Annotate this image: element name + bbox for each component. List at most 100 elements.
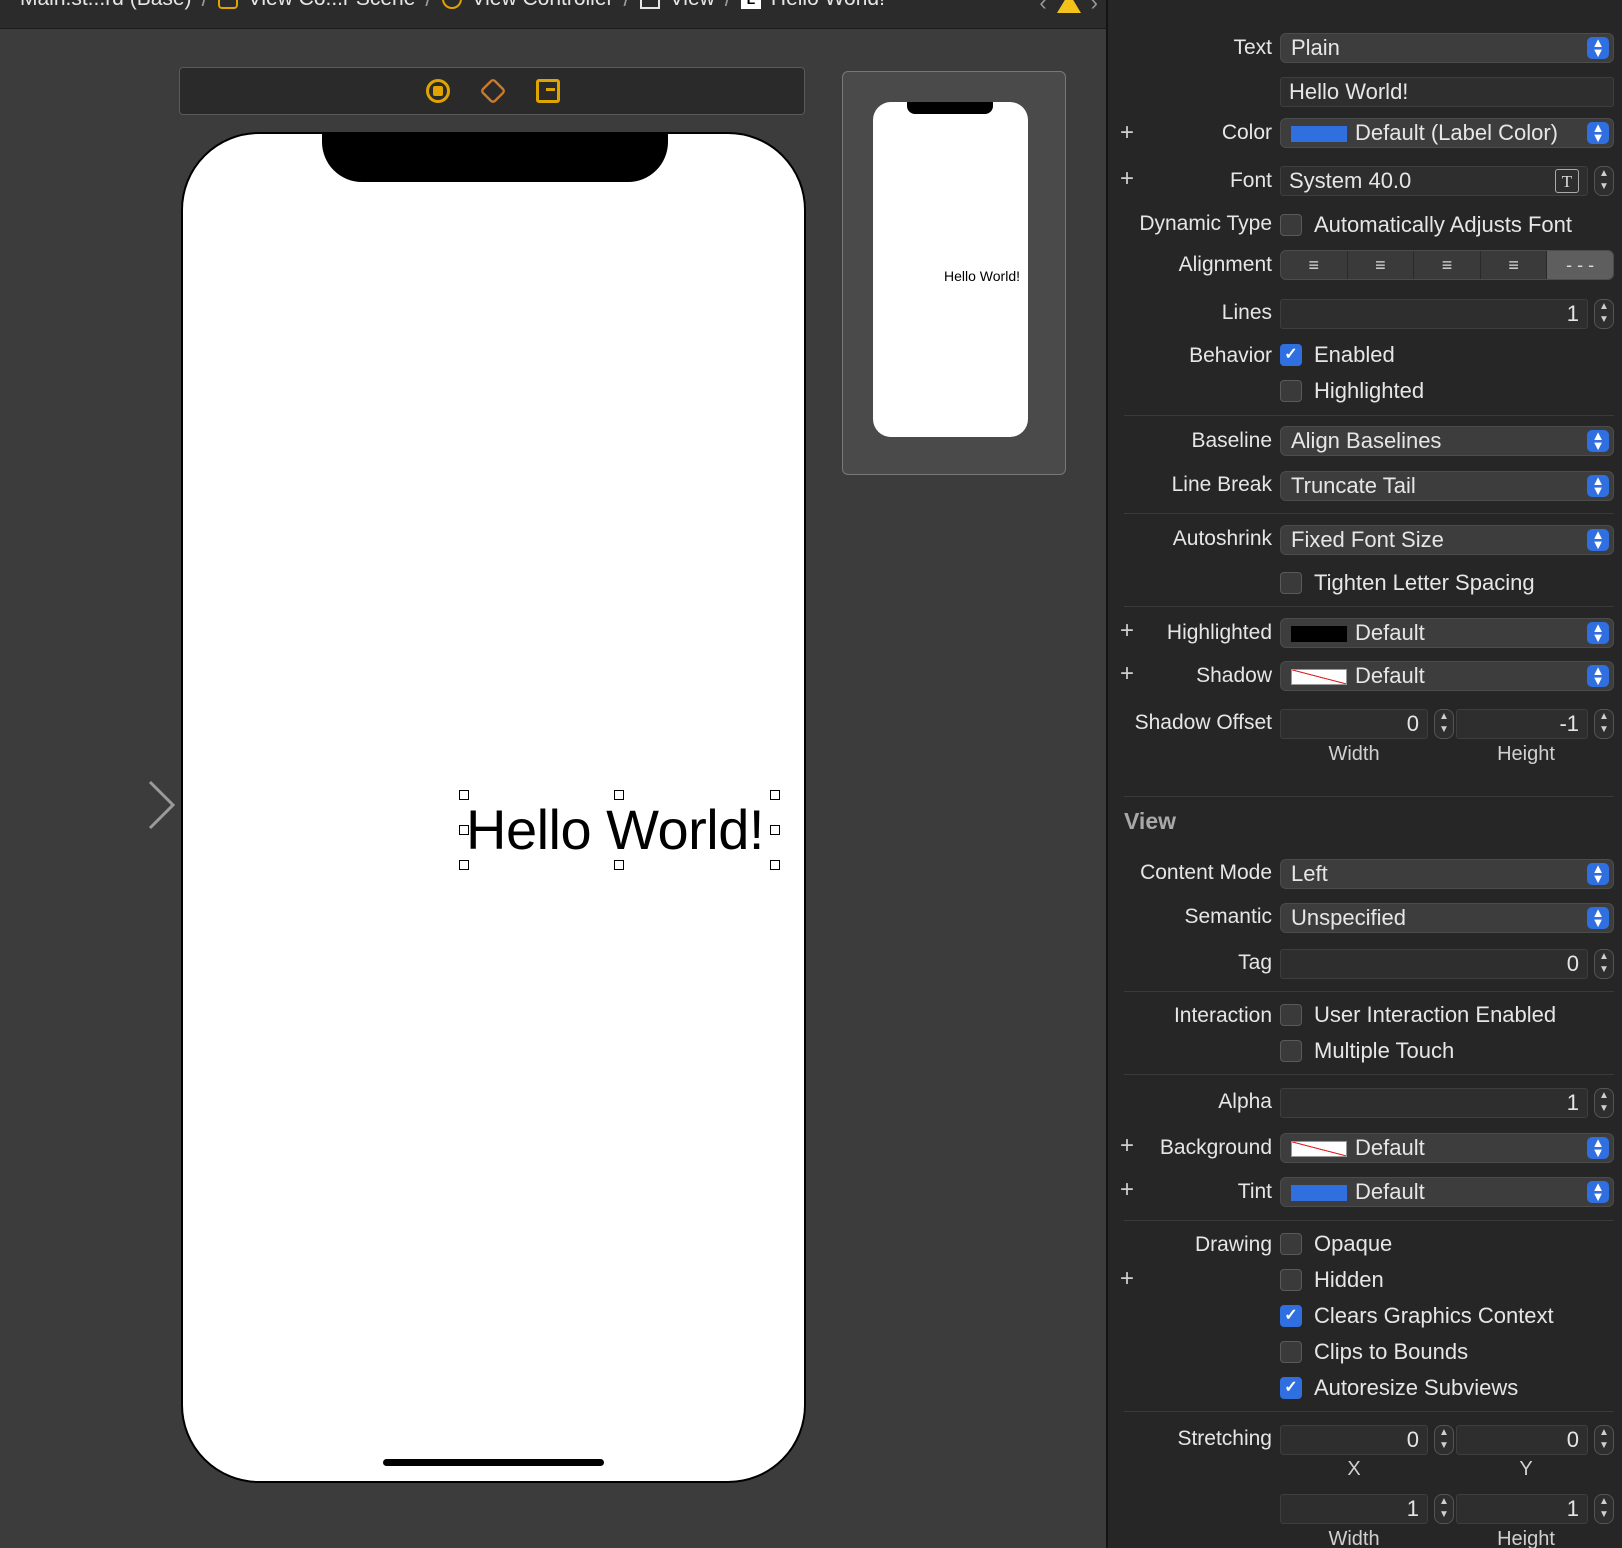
background-popup[interactable]: Default ▲ ▼ <box>1280 1133 1614 1163</box>
opaque-checkbox[interactable] <box>1280 1233 1302 1255</box>
content-mode-popup[interactable]: Left ▲ ▼ <box>1280 859 1614 889</box>
alpha-field[interactable]: 1 <box>1280 1088 1588 1118</box>
line-break-popup[interactable]: Truncate Tail ▲ ▼ <box>1280 471 1614 501</box>
highlighted-color-popup[interactable]: Default ▲ ▼ <box>1280 618 1614 648</box>
view-icon <box>639 0 660 9</box>
color-swatch <box>1291 669 1347 685</box>
shadow-offset-height-field[interactable]: -1 <box>1456 709 1588 739</box>
breadcrumb-label: View Controller <box>472 0 614 11</box>
popup-chevron-icon: ▲ ▼ <box>1587 906 1609 929</box>
align-right-icon[interactable]: ≡ <box>1414 251 1481 279</box>
iphone-scene-view[interactable]: Hello World! <box>181 132 806 1483</box>
minimap-notch <box>907 102 993 114</box>
clears-graphics-checkbox[interactable]: ✓ <box>1280 1305 1302 1327</box>
resize-handle-bottom-left[interactable] <box>459 860 469 870</box>
popup-chevron-icon: ▲ ▼ <box>1587 621 1609 644</box>
label-icon: L <box>740 0 761 9</box>
autoshrink-popup[interactable]: Fixed Font Size ▲ ▼ <box>1280 525 1614 555</box>
semantic-label: Semantic <box>1184 905 1272 928</box>
hidden-checkbox[interactable] <box>1280 1269 1302 1291</box>
stretching-label: Stretching <box>1177 1427 1272 1450</box>
stretch-x-stepper[interactable]: ▲ ▼ <box>1434 1425 1454 1455</box>
entry-point-arrow-icon[interactable] <box>30 779 180 831</box>
resize-handle-right[interactable] <box>770 825 780 835</box>
autoresize-checkbox[interactable]: ✓ <box>1280 1377 1302 1399</box>
hello-world-label[interactable]: Hello World! <box>459 790 780 870</box>
shadow-offset-width-field[interactable]: 0 <box>1280 709 1428 739</box>
breadcrumb-item-view[interactable]: View <box>639 0 715 11</box>
shadow-popup[interactable]: Default ▲ ▼ <box>1280 661 1614 691</box>
warning-icon[interactable] <box>1056 0 1081 13</box>
alignment-segmented-control[interactable]: ≡ ≡ ≡ ≡ - - - <box>1280 250 1614 280</box>
stretch-y-stepper[interactable]: ▲ ▼ <box>1594 1425 1614 1455</box>
font-field[interactable]: System 40.0 T <box>1280 166 1588 196</box>
alpha-stepper[interactable]: ▲ ▼ <box>1594 1088 1614 1118</box>
minimap-label-text: Hello World! <box>944 268 1020 284</box>
tint-label: Tint <box>1237 1180 1272 1203</box>
color-popup[interactable]: Default (Label Color) ▲ ▼ <box>1280 118 1614 148</box>
dynamic-type-checkbox[interactable] <box>1280 214 1302 236</box>
baseline-popup[interactable]: Align Baselines ▲ ▼ <box>1280 426 1614 456</box>
enabled-checkbox[interactable]: ✓ <box>1280 344 1302 366</box>
semantic-popup[interactable]: Unspecified ▲ ▼ <box>1280 903 1614 933</box>
multiple-touch-checkbox[interactable] <box>1280 1040 1302 1062</box>
stretch-width-stepper[interactable]: ▲ ▼ <box>1434 1494 1454 1524</box>
hidden-label: Hidden <box>1314 1267 1384 1292</box>
resize-handle-top-left[interactable] <box>459 790 469 800</box>
tighten-checkbox[interactable] <box>1280 572 1302 594</box>
tag-stepper[interactable]: ▲ ▼ <box>1594 949 1614 979</box>
align-left-icon[interactable]: ≡ <box>1281 251 1348 279</box>
plus-icon[interactable]: + <box>1120 1267 1134 1291</box>
tint-value: Default <box>1355 1179 1425 1204</box>
font-picker-icon[interactable]: T <box>1555 169 1579 193</box>
breadcrumb: Main.st...rd (Base) / View Co...r Scene … <box>0 0 1106 29</box>
plus-icon[interactable]: + <box>1120 662 1134 686</box>
plus-icon[interactable]: + <box>1120 1178 1134 1202</box>
align-natural-icon[interactable]: - - - <box>1547 251 1613 279</box>
resize-handle-bottom[interactable] <box>614 860 624 870</box>
breadcrumb-item-storyboard[interactable]: Main.st...rd (Base) <box>20 0 192 11</box>
breadcrumb-item-view-controller[interactable]: View Controller <box>441 0 614 11</box>
lines-stepper[interactable]: ▲ ▼ <box>1594 299 1614 329</box>
plus-icon[interactable]: + <box>1120 619 1134 643</box>
align-justify-icon[interactable]: ≡ <box>1481 251 1548 279</box>
popup-chevron-icon: ▲ ▼ <box>1587 664 1609 687</box>
stretch-height-field[interactable]: 1 <box>1456 1494 1588 1524</box>
user-interaction-label: User Interaction Enabled <box>1314 1002 1557 1027</box>
align-center-icon[interactable]: ≡ <box>1348 251 1415 279</box>
user-interaction-checkbox[interactable] <box>1280 1004 1302 1026</box>
stretch-y-field[interactable]: 0 <box>1456 1425 1588 1455</box>
plus-icon[interactable]: + <box>1120 121 1134 145</box>
resize-handle-top[interactable] <box>614 790 624 800</box>
canvas-minimap[interactable]: Hello World! <box>842 71 1066 475</box>
chevron-left-icon[interactable]: ‹ <box>1039 0 1046 16</box>
stretch-height-stepper[interactable]: ▲ ▼ <box>1594 1494 1614 1524</box>
shadow-offset-width-stepper[interactable]: ▲ ▼ <box>1434 709 1454 739</box>
breadcrumb-item-scene[interactable]: View Co...r Scene <box>217 0 415 11</box>
clips-to-bounds-checkbox[interactable] <box>1280 1341 1302 1363</box>
resize-handle-bottom-right[interactable] <box>770 860 780 870</box>
text-type-popup[interactable]: Plain ▲ ▼ <box>1280 33 1614 63</box>
tag-field[interactable]: 0 <box>1280 949 1588 979</box>
storyboard-canvas[interactable]: Hello World! Hello World! <box>0 29 1106 1548</box>
resize-handle-top-right[interactable] <box>770 790 780 800</box>
plus-icon[interactable]: + <box>1120 167 1134 191</box>
label-text-field[interactable]: Hello World! <box>1280 77 1614 107</box>
font-size-stepper[interactable]: ▲ ▼ <box>1594 166 1614 196</box>
resize-handle-left[interactable] <box>459 825 469 835</box>
plus-icon[interactable]: + <box>1120 1134 1134 1158</box>
stretch-width-field[interactable]: 1 <box>1280 1494 1428 1524</box>
highlighted-checkbox[interactable] <box>1280 380 1302 402</box>
behavior-label: Behavior <box>1189 344 1272 367</box>
stretch-x-field[interactable]: 0 <box>1280 1425 1428 1455</box>
tint-popup[interactable]: Default ▲ ▼ <box>1280 1177 1614 1207</box>
shadow-offset-height-stepper[interactable]: ▲ ▼ <box>1594 709 1614 739</box>
breadcrumb-item-label[interactable]: L Hello World! <box>740 0 885 11</box>
view-controller-icon[interactable] <box>426 79 450 103</box>
exit-icon[interactable] <box>536 79 560 103</box>
divider <box>1124 1411 1614 1412</box>
first-responder-icon[interactable] <box>479 77 507 105</box>
chevron-right-icon[interactable]: › <box>1091 0 1098 16</box>
lines-field[interactable]: 1 <box>1280 299 1588 329</box>
color-swatch <box>1291 1141 1347 1157</box>
